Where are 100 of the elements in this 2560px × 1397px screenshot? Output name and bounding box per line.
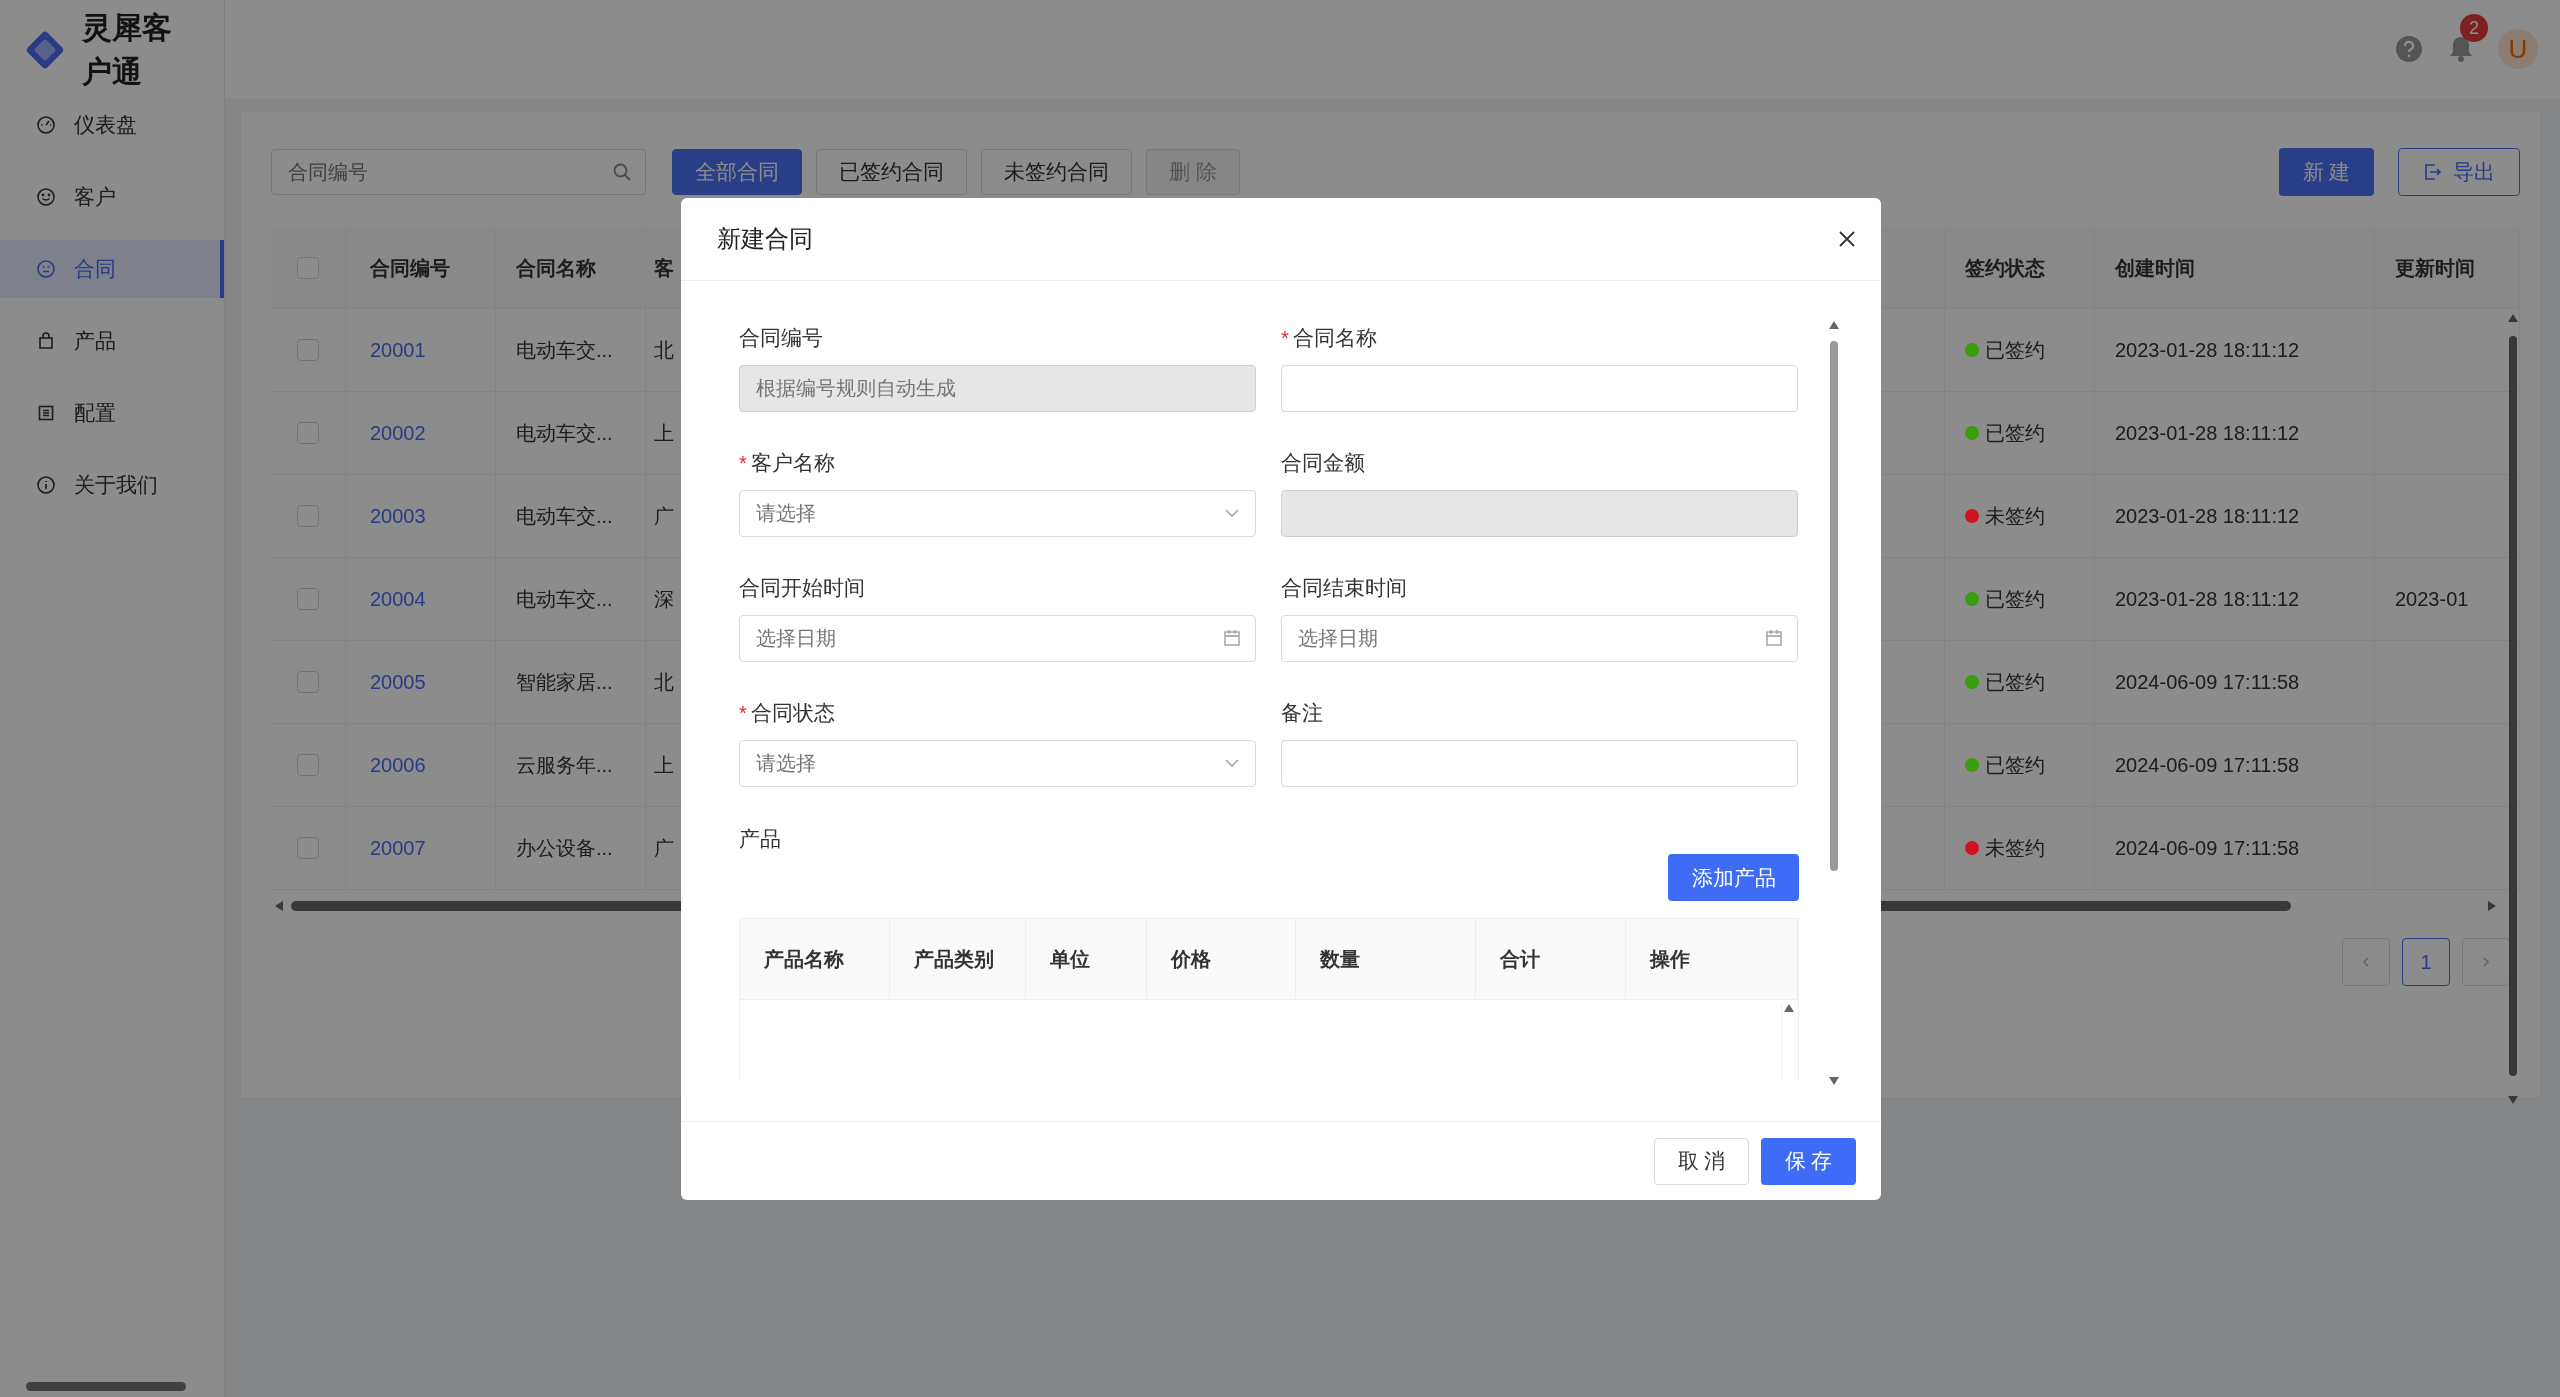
next-page-button[interactable] bbox=[2462, 938, 2510, 986]
row-checkbox[interactable] bbox=[297, 588, 319, 610]
column-header: 数量 bbox=[1320, 946, 1361, 972]
field-label: 合同状态 bbox=[750, 700, 835, 726]
table-cell-text: 电动车交... bbox=[516, 586, 613, 612]
table-cell: 2024-06-09 17:11:58 bbox=[2115, 753, 2300, 777]
sidebar-item[interactable]: 产品 bbox=[0, 312, 224, 370]
contract-number-link[interactable]: 20003 bbox=[370, 504, 426, 528]
table-cell-text: 深 bbox=[654, 586, 674, 612]
calendar-icon bbox=[1222, 628, 1242, 648]
status-text: 已签约 bbox=[1985, 586, 2045, 612]
sidebar-item[interactable]: 关于我们 bbox=[0, 456, 224, 514]
select-field[interactable]: 请选择 bbox=[739, 740, 1256, 787]
row-checkbox[interactable] bbox=[297, 754, 319, 776]
calendar-icon bbox=[1764, 628, 1784, 648]
contract-number-link[interactable]: 20002 bbox=[370, 421, 426, 445]
dialog-title: 新建合同 bbox=[717, 224, 813, 254]
info-icon bbox=[36, 475, 56, 495]
contract-number-link[interactable]: 20005 bbox=[370, 670, 426, 694]
table-cell: 2024-06-09 17:11:58 bbox=[2115, 836, 2300, 860]
face-icon bbox=[36, 259, 56, 279]
save-button[interactable]: 保 存 bbox=[1761, 1137, 1856, 1185]
avatar[interactable]: U bbox=[2498, 29, 2538, 69]
status-text: 未签约 bbox=[1985, 835, 2045, 861]
field-label: 客户名称 bbox=[750, 450, 835, 476]
select-all-checkbox[interactable] bbox=[297, 257, 319, 279]
page-button[interactable]: 1 bbox=[2402, 938, 2450, 986]
column-header: 价格 bbox=[1170, 946, 1211, 972]
export-button[interactable]: 导出 bbox=[2398, 148, 2520, 196]
table-cell-text: 北 bbox=[654, 669, 674, 695]
contract-number-link[interactable]: 20006 bbox=[370, 753, 426, 777]
sidebar-item[interactable]: 客户 bbox=[0, 168, 224, 226]
filter-tab[interactable]: 已签约合同 bbox=[816, 149, 967, 195]
input-field[interactable] bbox=[1281, 740, 1798, 787]
date-field[interactable]: 选择日期 bbox=[1281, 615, 1798, 662]
column-header: 创建时间 bbox=[2115, 255, 2195, 281]
column-header: 合计 bbox=[1500, 946, 1541, 972]
required-asterisk: * bbox=[1281, 326, 1289, 350]
select-field[interactable]: 请选择 bbox=[739, 490, 1256, 537]
status-text: 已签约 bbox=[1985, 669, 2045, 695]
table-cell-text: 电动车交... bbox=[516, 420, 613, 446]
scrollbar[interactable] bbox=[1827, 321, 1841, 1085]
sidebar-item[interactable]: 仪表盘 bbox=[0, 96, 224, 154]
table-cell: 2023-01-28 18:11:12 bbox=[2115, 421, 2300, 445]
table-cell-text: 上 bbox=[654, 752, 674, 778]
list-icon bbox=[36, 403, 56, 423]
field-label: 备注 bbox=[1281, 700, 1323, 726]
required-asterisk: * bbox=[739, 701, 747, 725]
smiley-icon bbox=[36, 187, 56, 207]
cancel-button[interactable]: 取 消 bbox=[1654, 1137, 1749, 1185]
field-label: 合同开始时间 bbox=[739, 575, 865, 601]
new-button[interactable]: 新 建 bbox=[2279, 148, 2374, 196]
required-asterisk: * bbox=[739, 451, 747, 475]
input-field[interactable] bbox=[1281, 365, 1798, 412]
table-cell-text: 广 bbox=[654, 835, 674, 861]
row-checkbox[interactable] bbox=[297, 671, 319, 693]
row-checkbox[interactable] bbox=[297, 422, 319, 444]
filter-tab[interactable]: 全部合同 bbox=[672, 149, 802, 195]
column-header: 单位 bbox=[1049, 946, 1090, 972]
status-text: 未签约 bbox=[1985, 503, 2045, 529]
scrollbar[interactable] bbox=[2506, 314, 2520, 1104]
section-label: 产品 bbox=[739, 826, 782, 852]
table-cell-text: 广 bbox=[654, 503, 674, 529]
table-cell: 2023-01-28 18:11:12 bbox=[2115, 504, 2300, 528]
date-field[interactable]: 选择日期 bbox=[739, 615, 1256, 662]
status-text: 已签约 bbox=[1985, 337, 2045, 363]
filter-tab[interactable]: 未签约合同 bbox=[981, 149, 1132, 195]
bag-icon bbox=[36, 331, 56, 351]
column-header: 合同名称 bbox=[516, 255, 596, 281]
close-icon[interactable] bbox=[1837, 229, 1857, 249]
table-cell-text: 电动车交... bbox=[516, 503, 613, 529]
column-header: 更新时间 bbox=[2395, 255, 2475, 281]
contract-number-link[interactable]: 20004 bbox=[370, 587, 426, 611]
row-checkbox[interactable] bbox=[297, 837, 319, 859]
help-icon[interactable] bbox=[2394, 34, 2424, 64]
notification-badge: 2 bbox=[2460, 14, 2488, 42]
table-cell-text: 办公设备... bbox=[516, 835, 613, 861]
table-cell: 2023-01 bbox=[2395, 587, 2469, 611]
column-header: 签约状态 bbox=[1965, 255, 2045, 281]
column-header: 产品名称 bbox=[764, 946, 844, 972]
contract-number-link[interactable]: 20007 bbox=[370, 836, 426, 860]
gauge-icon bbox=[36, 115, 56, 135]
previous-page-button[interactable] bbox=[2342, 938, 2390, 986]
search-field[interactable]: 合同编号 bbox=[271, 149, 646, 195]
field-label: 合同编号 bbox=[739, 325, 823, 351]
column-header: 合同编号 bbox=[370, 255, 450, 281]
table-cell: 2023-01-28 18:11:12 bbox=[2115, 587, 2300, 611]
table-cell-text: 电动车交... bbox=[516, 337, 613, 363]
sidebar-item[interactable]: 配置 bbox=[0, 384, 224, 442]
sidebar-item[interactable]: 合同 bbox=[0, 240, 224, 298]
row-checkbox[interactable] bbox=[297, 339, 319, 361]
add-product-button[interactable]: 添加产品 bbox=[1668, 854, 1799, 901]
table-cell-text: 上 bbox=[654, 420, 674, 446]
app-name: 灵犀客户通 bbox=[82, 10, 173, 90]
field-label: 合同名称 bbox=[1292, 325, 1377, 351]
row-checkbox[interactable] bbox=[297, 505, 319, 527]
column-header: 客 bbox=[654, 255, 674, 281]
contract-number-link[interactable]: 20001 bbox=[370, 338, 426, 362]
scrollbar[interactable] bbox=[1781, 1004, 1796, 1080]
table-cell: 2023-01-28 18:11:12 bbox=[2115, 338, 2300, 362]
